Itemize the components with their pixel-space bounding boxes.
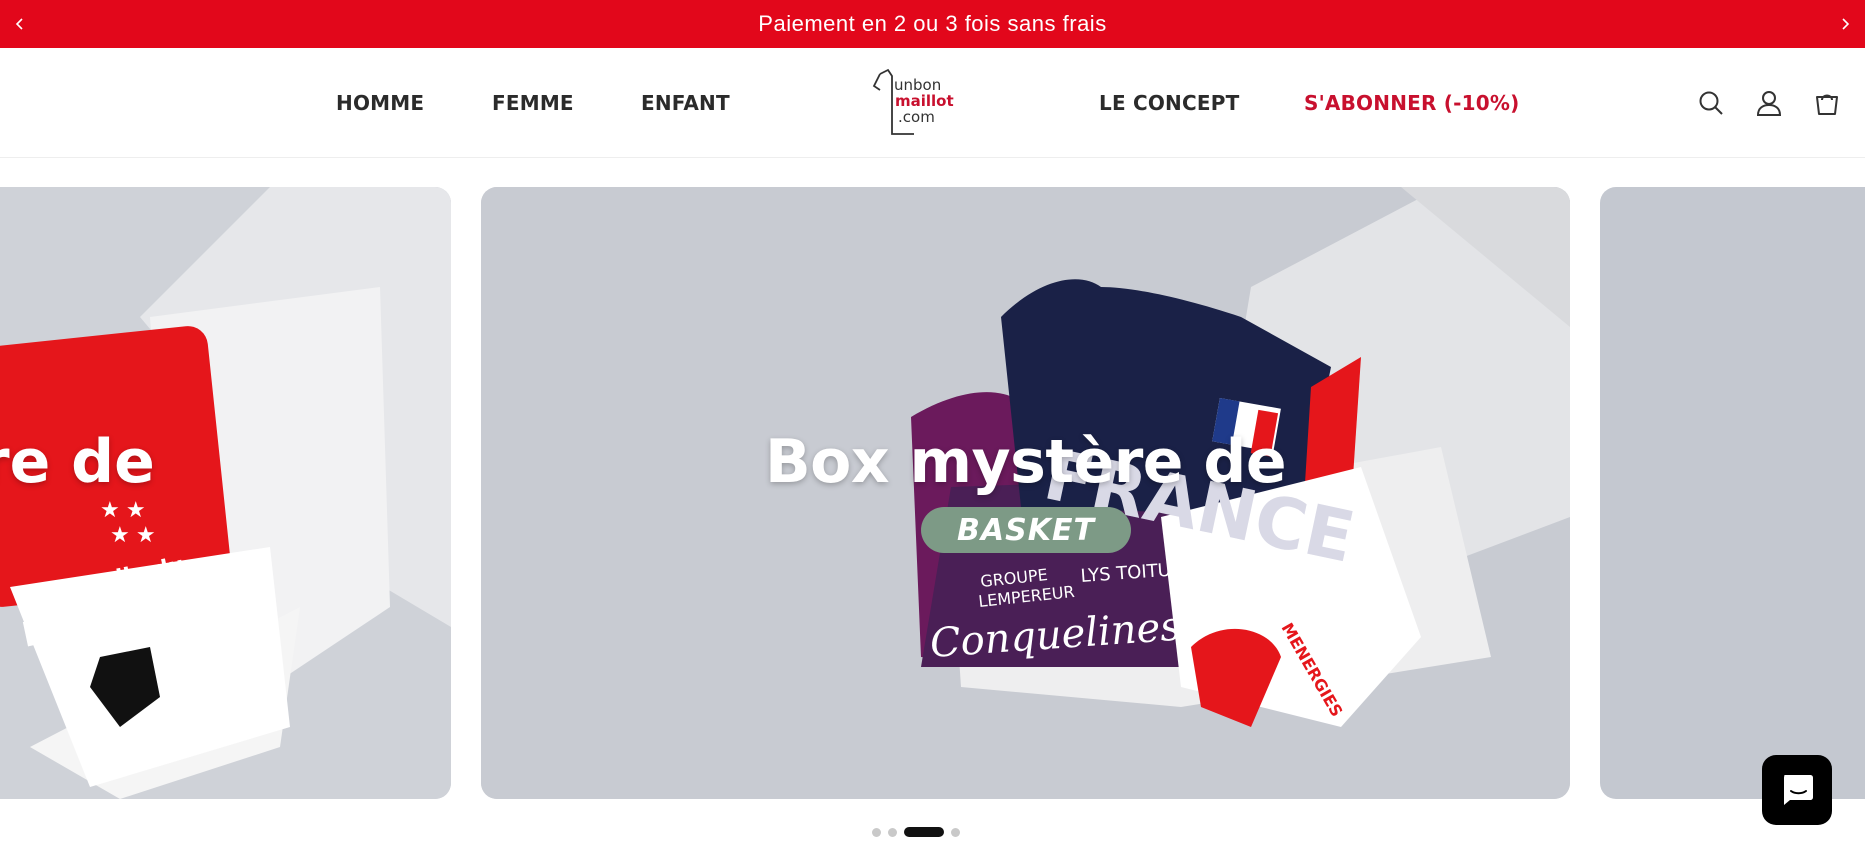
nav-le-concept[interactable]: LE CONCEPT	[1099, 48, 1239, 158]
svg-text:★ ★: ★ ★	[100, 497, 146, 522]
svg-text:★ ★: ★ ★	[110, 522, 156, 547]
announcement-text: Paiement en 2 ou 3 fois sans frais	[758, 11, 1107, 36]
carousel-dot[interactable]	[872, 827, 881, 837]
cart-button[interactable]	[1809, 85, 1845, 121]
announcement-bar: Paiement en 2 ou 3 fois sans frais	[0, 0, 1865, 48]
site-logo[interactable]: unbon maillot .com	[872, 68, 962, 140]
carousel-slide-previous[interactable]: mutuelle du Rempart ★ ★ ★ ★ re de	[0, 187, 451, 799]
chat-launcher-button[interactable]	[1762, 755, 1832, 825]
slide-tag-pill: BASKET	[921, 507, 1131, 553]
nav-femme[interactable]: FEMME	[492, 48, 574, 158]
carousel-slide-active[interactable]: FRANCE Conquelines GROUPE LEMPEREUR LYS …	[481, 187, 1570, 799]
nav-homme[interactable]: HOMME	[336, 48, 424, 158]
search-icon	[1699, 91, 1723, 115]
search-button[interactable]	[1693, 85, 1729, 121]
announcement-prev-button[interactable]	[0, 0, 40, 48]
chat-bubble-icon	[1784, 775, 1813, 805]
slide-heading: Box mystère de	[764, 427, 1287, 497]
account-button[interactable]	[1751, 85, 1787, 121]
chevron-right-icon	[1842, 18, 1850, 30]
nav-sabonner[interactable]: S'ABONNER (-10%)	[1304, 48, 1519, 158]
announcement-next-button[interactable]	[1825, 0, 1865, 48]
carousel-dot-active[interactable]	[904, 827, 944, 837]
site-header: HOMME FEMME ENFANT unbon maillot .com LE…	[0, 48, 1865, 158]
account-icon	[1756, 91, 1782, 116]
carousel-dot[interactable]	[888, 827, 897, 837]
chevron-left-icon	[15, 18, 23, 30]
logo-line-3: .com	[898, 108, 935, 126]
carousel-pagination	[872, 826, 960, 838]
carousel-dot[interactable]	[951, 827, 960, 837]
nav-enfant[interactable]: ENFANT	[641, 48, 730, 158]
logo-line-1: unbon	[894, 76, 942, 94]
previous-slide-heading: re de	[0, 427, 155, 497]
carousel-slide-next[interactable]	[1600, 187, 1865, 799]
logo-line-2: maillot	[895, 92, 954, 110]
cart-icon	[1816, 94, 1838, 115]
